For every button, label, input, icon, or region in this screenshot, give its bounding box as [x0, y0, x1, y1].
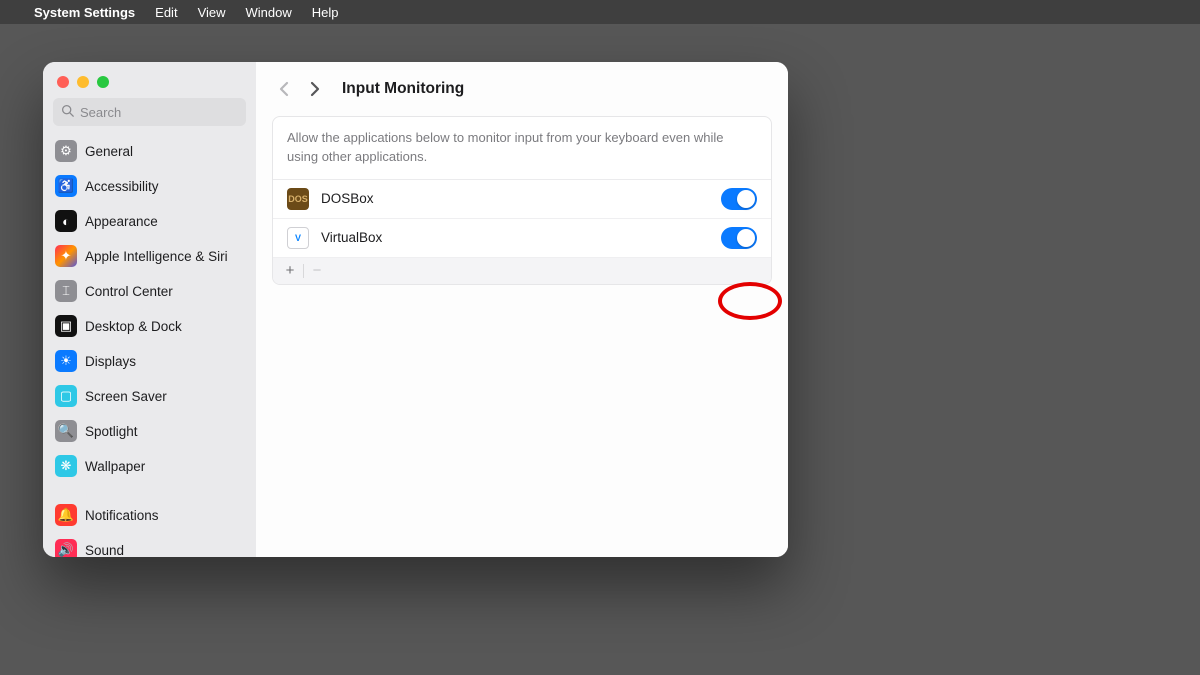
- wallpaper-icon: ❋: [55, 455, 77, 477]
- window-controls: [43, 72, 256, 98]
- sidebar-item-label: Apple Intelligence & Siri: [85, 249, 228, 264]
- displays-icon: ☀: [55, 350, 77, 372]
- panel-footer: + −: [273, 258, 771, 284]
- sidebar: Search ⚙ General ♿ Accessibility ◐ Appearance…: [43, 62, 256, 557]
- search-placeholder: Search: [80, 105, 121, 120]
- sidebar-item-appearance[interactable]: ◐ Appearance: [49, 204, 250, 238]
- sidebar-item-wallpaper[interactable]: ❋ Wallpaper: [49, 449, 250, 483]
- dosbox-toggle[interactable]: [721, 188, 757, 210]
- sidebar-item-apple-intelligence-siri[interactable]: ✦ Apple Intelligence & Siri: [49, 239, 250, 273]
- minimize-button[interactable]: [77, 76, 89, 88]
- sidebar-item-general[interactable]: ⚙ General: [49, 134, 250, 168]
- sidebar-item-label: Control Center: [85, 284, 173, 299]
- sound-icon: 🔊: [55, 539, 77, 557]
- sidebar-item-label: Screen Saver: [85, 389, 167, 404]
- footer-divider: [303, 264, 304, 278]
- back-button[interactable]: [272, 78, 294, 100]
- search-icon: [61, 104, 74, 120]
- sidebar-item-label: Wallpaper: [85, 459, 145, 474]
- sidebar-item-label: Displays: [85, 354, 136, 369]
- app-row-dosbox: DOS DOSBox: [273, 180, 771, 219]
- sidebar-item-sound[interactable]: 🔊 Sound: [49, 533, 250, 557]
- desktop-dock-icon: ▣: [55, 315, 77, 337]
- sidebar-item-displays[interactable]: ☀ Displays: [49, 344, 250, 378]
- sidebar-item-label: General: [85, 144, 133, 159]
- general-icon: ⚙: [55, 140, 77, 162]
- virtualbox-app-icon: V: [287, 227, 309, 249]
- forward-button[interactable]: [304, 78, 326, 100]
- close-button[interactable]: [57, 76, 69, 88]
- control-center-icon: ⌶: [55, 280, 77, 302]
- sidebar-item-label: Notifications: [85, 508, 159, 523]
- content-pane: Input Monitoring Allow the applications …: [256, 62, 788, 557]
- sidebar-item-label: Accessibility: [85, 179, 159, 194]
- app-label: DOSBox: [321, 191, 709, 206]
- accessibility-icon: ♿: [55, 175, 77, 197]
- virtualbox-toggle[interactable]: [721, 227, 757, 249]
- app-label: VirtualBox: [321, 230, 709, 245]
- sidebar-list: ⚙ General ♿ Accessibility ◐ Appearance ✦ Apple …: [43, 134, 256, 557]
- sidebar-item-label: Sound: [85, 543, 124, 558]
- notifications-icon: 🔔: [55, 504, 77, 526]
- sidebar-item-accessibility[interactable]: ♿ Accessibility: [49, 169, 250, 203]
- zoom-button[interactable]: [97, 76, 109, 88]
- menubar: System Settings Edit View Window Help: [0, 0, 1200, 24]
- dosbox-app-icon: DOS: [287, 188, 309, 210]
- input-monitoring-panel: Allow the applications below to monitor …: [272, 116, 772, 285]
- sidebar-item-label: Appearance: [85, 214, 158, 229]
- add-app-button[interactable]: +: [279, 261, 301, 281]
- apple-intelligence-siri-icon: ✦: [55, 245, 77, 267]
- sidebar-item-control-center[interactable]: ⌶ Control Center: [49, 274, 250, 308]
- remove-app-button[interactable]: −: [306, 261, 328, 281]
- menubar-edit[interactable]: Edit: [155, 5, 177, 20]
- menubar-app-name[interactable]: System Settings: [34, 5, 135, 20]
- content-header: Input Monitoring: [256, 62, 788, 116]
- sidebar-item-desktop-dock[interactable]: ▣ Desktop & Dock: [49, 309, 250, 343]
- sidebar-item-label: Desktop & Dock: [85, 319, 182, 334]
- screen-saver-icon: ▢: [55, 385, 77, 407]
- app-row-virtualbox: V VirtualBox: [273, 219, 771, 258]
- sidebar-item-spotlight[interactable]: 🔍 Spotlight: [49, 414, 250, 448]
- search-input[interactable]: Search: [53, 98, 246, 126]
- appearance-icon: ◐: [55, 210, 77, 232]
- sidebar-item-notifications[interactable]: 🔔 Notifications: [49, 498, 250, 532]
- menubar-view[interactable]: View: [198, 5, 226, 20]
- menubar-help[interactable]: Help: [312, 5, 339, 20]
- sidebar-item-label: Spotlight: [85, 424, 138, 439]
- menubar-window[interactable]: Window: [246, 5, 292, 20]
- settings-window: Search ⚙ General ♿ Accessibility ◐ Appearance…: [43, 62, 788, 557]
- spotlight-icon: 🔍: [55, 420, 77, 442]
- panel-description: Allow the applications below to monitor …: [273, 117, 771, 180]
- page-title: Input Monitoring: [342, 80, 464, 98]
- sidebar-item-screen-saver[interactable]: ▢ Screen Saver: [49, 379, 250, 413]
